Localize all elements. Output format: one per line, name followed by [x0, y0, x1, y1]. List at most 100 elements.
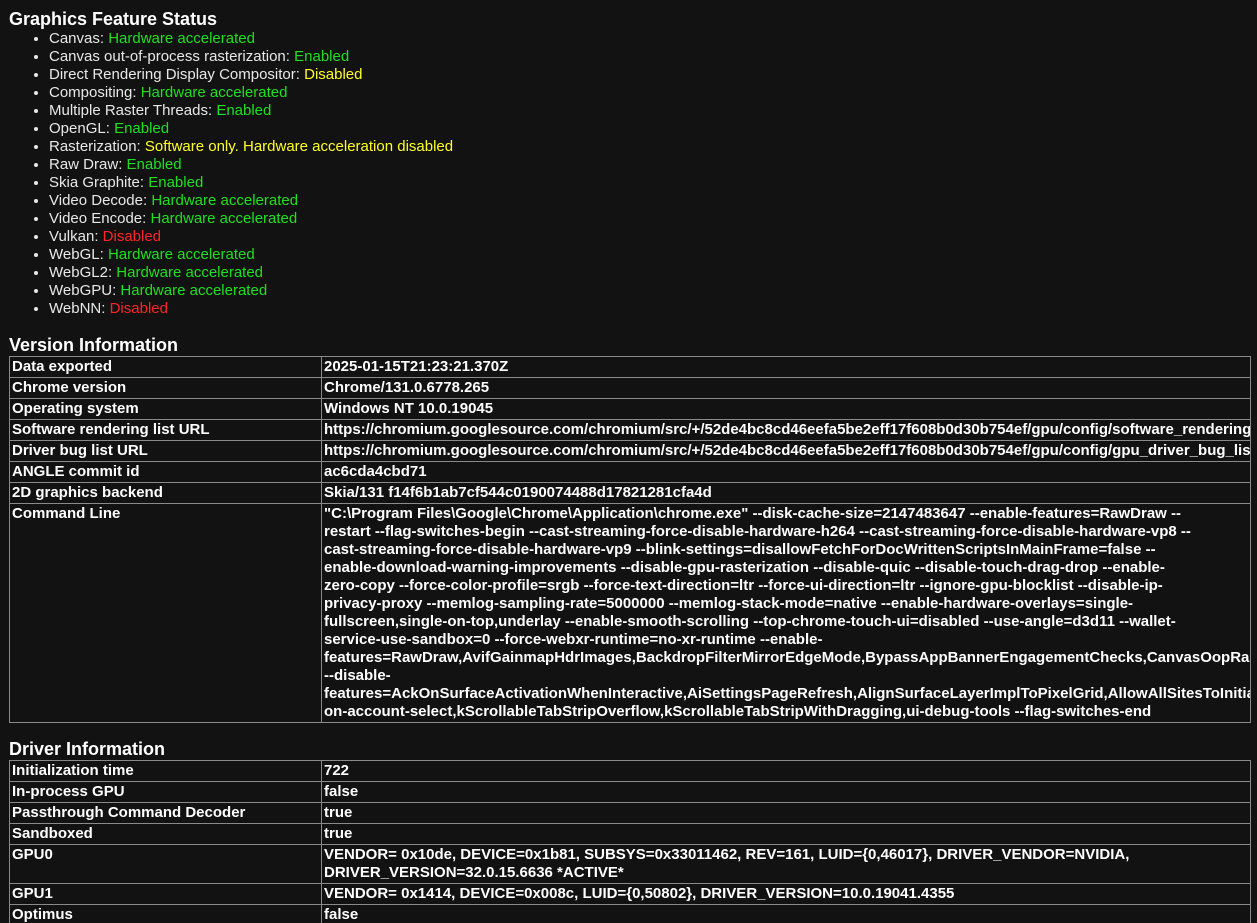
graphics-feature-status-title: Graphics Feature Status	[9, 9, 218, 29]
feature-status: Hardware accelerated	[107, 246, 255, 263]
row-value: 2025-01-15T21:23:21.370Z	[321, 356, 1251, 378]
row-value: Chrome/131.0.6778.265	[321, 377, 1251, 399]
table-row: GPU1 VENDOR= 0x1414, DEVICE=0x008c, LUID…	[9, 883, 1251, 905]
feature-name: OpenGL	[49, 120, 106, 137]
version-information-table: Data exported 2025-01-15T21:23:21.370Z C…	[9, 356, 1251, 723]
feature-name: Video Encode	[49, 210, 143, 227]
table-row: Software rendering list URL https://chro…	[9, 419, 1251, 441]
feature-status: Hardware accelerated	[140, 84, 288, 101]
table-row: ANGLE commit id ac6cda4cbd71	[9, 461, 1251, 483]
feature-name: Vulkan	[49, 228, 95, 245]
command-line-segment: zero-copy --force-color-profile=srgb --f…	[324, 577, 1163, 594]
command-line-segment: restart --flag-switches-begin --cast-str…	[324, 523, 1191, 540]
feature-name: WebGL	[49, 246, 100, 263]
command-line-segment: --disable-	[324, 667, 391, 684]
command-line-segment: features=AckOnSurfaceActivationWhenInter…	[324, 685, 1251, 702]
feature-name: Rasterization	[49, 138, 137, 155]
software-rendering-list-link[interactable]: https://chromium.googlesource.com/chromi…	[321, 419, 1251, 441]
command-line-value: "C:\Program Files\Google\Chrome\Applicat…	[321, 503, 1251, 723]
row-key: Initialization time	[9, 760, 322, 782]
table-row: Initialization time 722	[9, 760, 1251, 782]
feature-item: Compositing: Hardware accelerated	[49, 84, 1257, 102]
row-key: GPU0	[9, 844, 322, 884]
feature-status: Enabled	[216, 102, 272, 119]
table-row: Data exported 2025-01-15T21:23:21.370Z	[9, 356, 1251, 378]
feature-status: Enabled	[294, 48, 350, 65]
version-information-title: Version Information	[9, 335, 179, 355]
row-key: Operating system	[9, 398, 322, 420]
table-row: GPU0 VENDOR= 0x10de, DEVICE=0x1b81, SUBS…	[9, 844, 1251, 884]
feature-status: Disabled	[304, 66, 363, 83]
command-line-segment: privacy-proxy --memlog-sampling-rate=500…	[324, 595, 1134, 612]
feature-item: Rasterization: Software only. Hardware a…	[49, 138, 1257, 156]
row-value: false	[321, 781, 1251, 803]
command-line-segment: service-use-sandbox=0 --force-webxr-runt…	[324, 631, 823, 648]
table-row: Command Line "C:\Program Files\Google\Ch…	[9, 503, 1251, 723]
command-line-segment: features=RawDraw,AvifGainmapHdrImages,Ba…	[324, 649, 1251, 666]
table-row: 2D graphics backend Skia/131 f14f6b1ab7c…	[9, 482, 1251, 504]
feature-status: Disabled	[102, 228, 162, 245]
feature-name: Direct Rendering Display Compositor	[49, 66, 296, 83]
driver-information-table: Initialization time 722 In-process GPU f…	[9, 760, 1251, 923]
feature-name: WebGL2	[49, 264, 108, 281]
row-value: false	[321, 904, 1251, 923]
row-key: Passthrough Command Decoder	[9, 802, 322, 824]
row-key: Optimus	[9, 904, 322, 923]
row-key: Sandboxed	[9, 823, 322, 845]
row-value: true	[321, 802, 1251, 824]
command-line-segment: "C:\Program Files\Google\Chrome\Applicat…	[324, 505, 1182, 522]
feature-item: WebNN: Disabled	[49, 300, 1257, 318]
feature-name: WebNN	[49, 300, 102, 317]
command-line-segment: cast-streaming-force-disable-hardware-vp…	[324, 541, 1156, 558]
feature-item: Direct Rendering Display Compositor: Dis…	[49, 66, 1257, 84]
driver-information-title: Driver Information	[9, 739, 166, 759]
feature-status: Enabled	[148, 174, 204, 191]
feature-item: Multiple Raster Threads: Enabled	[49, 102, 1257, 120]
row-key: In-process GPU	[9, 781, 322, 803]
feature-status-list: Canvas: Hardware accelerated Canvas out-…	[9, 30, 1257, 318]
command-line-segment: on-account-select,kScrollableTabStripOve…	[324, 703, 1152, 720]
table-row: Optimus false	[9, 904, 1251, 923]
feature-item: Raw Draw: Enabled	[49, 156, 1257, 174]
row-key: Command Line	[9, 503, 322, 723]
row-key: Data exported	[9, 356, 322, 378]
feature-item: Vulkan: Disabled	[49, 228, 1257, 246]
feature-status: Disabled	[109, 300, 168, 317]
row-key: 2D graphics backend	[9, 482, 322, 504]
row-key: Driver bug list URL	[9, 440, 322, 462]
feature-name: Video Decode	[49, 192, 143, 209]
feature-item: Canvas: Hardware accelerated	[49, 30, 1257, 48]
row-key: Chrome version	[9, 377, 322, 399]
feature-item: Video Decode: Hardware accelerated	[49, 192, 1257, 210]
table-row: Operating system Windows NT 10.0.19045	[9, 398, 1251, 420]
feature-item: Canvas out-of-process rasterization: Ena…	[49, 48, 1257, 66]
feature-name: Raw Draw	[49, 156, 119, 173]
feature-item: OpenGL: Enabled	[49, 120, 1257, 138]
feature-status: Hardware accelerated	[120, 282, 268, 299]
row-value: Windows NT 10.0.19045	[321, 398, 1251, 420]
row-value: true	[321, 823, 1251, 845]
feature-status: Enabled	[126, 156, 182, 173]
row-key: ANGLE commit id	[9, 461, 322, 483]
table-row: Passthrough Command Decoder true	[9, 802, 1251, 824]
feature-name: WebGPU	[49, 282, 113, 299]
command-line-segment: fullscreen,single-on-top,underlay --enab…	[324, 613, 1176, 630]
table-row: Driver bug list URL https://chromium.goo…	[9, 440, 1251, 462]
feature-name: Compositing	[49, 84, 133, 101]
feature-name: Canvas	[49, 30, 100, 47]
feature-item: Skia Graphite: Enabled	[49, 174, 1257, 192]
feature-name: Multiple Raster Threads	[49, 102, 208, 119]
feature-status: Hardware accelerated	[150, 210, 298, 227]
table-row: In-process GPU false	[9, 781, 1251, 803]
row-value: VENDOR= 0x10de, DEVICE=0x1b81, SUBSYS=0x…	[321, 844, 1251, 884]
table-row: Sandboxed true	[9, 823, 1251, 845]
feature-name: Skia Graphite	[49, 174, 140, 191]
driver-bug-list-link[interactable]: https://chromium.googlesource.com/chromi…	[321, 440, 1251, 462]
feature-status: Hardware accelerated	[116, 264, 264, 281]
row-value: ac6cda4cbd71	[321, 461, 1251, 483]
row-value: VENDOR= 0x1414, DEVICE=0x008c, LUID={0,5…	[321, 883, 1251, 905]
feature-item: WebGL2: Hardware accelerated	[49, 264, 1257, 282]
gpu-info-page: Graphics Feature Status Canvas: Hardware…	[9, 8, 1257, 923]
table-row: Chrome version Chrome/131.0.6778.265	[9, 377, 1251, 399]
feature-name: Canvas out-of-process rasterization	[49, 48, 286, 65]
